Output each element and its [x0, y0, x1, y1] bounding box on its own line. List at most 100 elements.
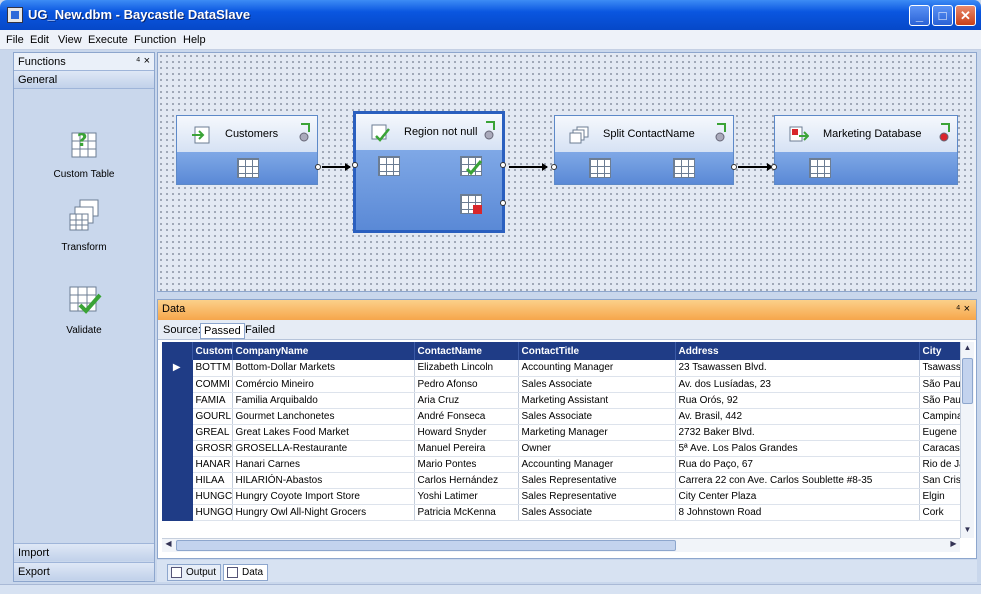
- table-row[interactable]: HILAA HILARIÓN-Abastos Carlos Hernández Sal…: [162, 472, 961, 489]
- input-table-icon[interactable]: [589, 158, 611, 178]
- menu-function[interactable]: Function: [134, 34, 176, 46]
- scroll-up-icon[interactable]: ▲: [962, 343, 973, 355]
- maximize-button[interactable]: □: [932, 5, 953, 26]
- row-header[interactable]: [162, 440, 193, 457]
- table-cell[interactable]: Accounting Manager: [518, 456, 676, 473]
- table-cell[interactable]: Marketing Assistant: [518, 392, 676, 409]
- table-cell[interactable]: Hungry Coyote Import Store: [232, 488, 415, 505]
- table-row[interactable]: ▶ BOTTM Bottom-Dollar Markets Elizabeth Lin…: [162, 360, 961, 377]
- vertical-scrollbar[interactable]: ▲ ▼: [960, 342, 974, 538]
- table-row[interactable]: GROSR GROSELLA-Restaurante Manuel Pereira O…: [162, 440, 961, 457]
- table-cell[interactable]: GROSELLA-Restaurante: [232, 440, 415, 457]
- row-header[interactable]: [162, 488, 193, 505]
- table-cell[interactable]: Carlos Hernández: [414, 472, 519, 489]
- pin-close-icon[interactable]: ⁴ ×: [136, 55, 150, 67]
- table-cell[interactable]: 23 Tsawassen Blvd.: [675, 360, 920, 377]
- table-cell[interactable]: Gourmet Lanchonetes: [232, 408, 415, 425]
- table-cell[interactable]: Accounting Manager: [518, 360, 676, 377]
- node-marketing-database[interactable]: Marketing Database: [771, 115, 958, 185]
- table-row[interactable]: COMMI Comércio Mineiro Pedro Afonso Sales A…: [162, 376, 961, 393]
- passed-table-icon[interactable]: [460, 156, 483, 176]
- tool-transform[interactable]: Transform: [14, 198, 154, 253]
- import-group-header[interactable]: Import: [14, 543, 154, 561]
- table-cell[interactable]: Av. dos Lusíadas, 23: [675, 376, 920, 393]
- scroll-thumb[interactable]: [176, 540, 676, 551]
- table-cell[interactable]: HUNGC: [192, 488, 233, 505]
- table-cell[interactable]: Tsawass: [919, 360, 961, 377]
- pin-close-icon[interactable]: ⁴ ×: [956, 303, 970, 315]
- table-cell[interactable]: HANAR: [192, 456, 233, 473]
- scroll-left-icon[interactable]: ◀: [163, 539, 174, 551]
- general-group-header[interactable]: General: [14, 71, 154, 89]
- table-cell[interactable]: Rua Orós, 92: [675, 392, 920, 409]
- row-header[interactable]: [162, 424, 193, 441]
- table-cell[interactable]: Av. Brasil, 442: [675, 408, 920, 425]
- table-cell[interactable]: FAMIA: [192, 392, 233, 409]
- row-header[interactable]: [162, 408, 193, 425]
- table-cell[interactable]: Howard Snyder: [414, 424, 519, 441]
- table-cell[interactable]: Sales Associate: [518, 408, 676, 425]
- table-cell[interactable]: Sales Representative: [518, 472, 676, 489]
- table-cell[interactable]: Eugene: [919, 424, 961, 441]
- table-row[interactable]: GOURL Gourmet Lanchonetes André Fonseca Sal…: [162, 408, 961, 425]
- table-cell[interactable]: San Crist: [919, 472, 961, 489]
- table-cell[interactable]: Yoshi Latimer: [414, 488, 519, 505]
- table-cell[interactable]: GROSR: [192, 440, 233, 457]
- menu-help[interactable]: Help: [183, 34, 206, 46]
- table-cell[interactable]: HUNGO: [192, 504, 233, 521]
- workflow-canvas[interactable]: Customers Region not null Split ContactN…: [157, 52, 977, 292]
- column-header[interactable]: Address: [675, 342, 920, 360]
- table-cell[interactable]: Rio de Ja: [919, 456, 961, 473]
- output-table-icon[interactable]: [237, 158, 259, 178]
- output-table-icon[interactable]: [673, 158, 695, 178]
- table-cell[interactable]: 8 Johnstown Road: [675, 504, 920, 521]
- data-grid[interactable]: Custom CompanyName ContactName ContactTi…: [162, 342, 961, 521]
- table-cell[interactable]: HILAA: [192, 472, 233, 489]
- table-cell[interactable]: Hungry Owl All-Night Grocers: [232, 504, 415, 521]
- tab-failed[interactable]: Failed: [242, 323, 278, 337]
- menu-view[interactable]: View: [58, 34, 82, 46]
- scroll-right-icon[interactable]: ▶: [948, 539, 959, 551]
- row-header[interactable]: [162, 456, 193, 473]
- output-port[interactable]: [315, 164, 321, 170]
- table-cell[interactable]: BOTTM: [192, 360, 233, 377]
- table-cell[interactable]: Carrera 22 con Ave. Carlos Soublette #8-…: [675, 472, 920, 489]
- table-cell[interactable]: Familia Arquibaldo: [232, 392, 415, 409]
- menu-file[interactable]: File: [6, 34, 24, 46]
- table-cell[interactable]: Aria Cruz: [414, 392, 519, 409]
- node-customers[interactable]: Customers: [176, 115, 321, 185]
- table-cell[interactable]: Pedro Afonso: [414, 376, 519, 393]
- row-header[interactable]: [162, 392, 193, 409]
- column-header[interactable]: CompanyName: [232, 342, 415, 360]
- close-button[interactable]: ✕: [955, 5, 976, 26]
- table-cell[interactable]: Sales Associate: [518, 504, 676, 521]
- table-cell[interactable]: Bottom-Dollar Markets: [232, 360, 415, 377]
- failed-table-icon[interactable]: [460, 194, 482, 214]
- table-cell[interactable]: Elgin: [919, 488, 961, 505]
- export-group-header[interactable]: Export: [14, 562, 154, 580]
- table-cell[interactable]: Elizabeth Lincoln: [414, 360, 519, 377]
- table-row[interactable]: HANAR Hanari Carnes Mario Pontes Accounting…: [162, 456, 961, 473]
- tool-custom-table[interactable]: ? Custom Table: [14, 125, 154, 180]
- table-cell[interactable]: GREAL: [192, 424, 233, 441]
- column-header[interactable]: Custom: [192, 342, 233, 360]
- row-header[interactable]: [162, 504, 193, 521]
- input-table-icon[interactable]: [378, 156, 400, 176]
- table-row[interactable]: HUNGC Hungry Coyote Import Store Yoshi Lat…: [162, 488, 961, 505]
- input-port[interactable]: [551, 164, 557, 170]
- node-split-contactname[interactable]: Split ContactName: [551, 115, 737, 185]
- app-icon[interactable]: [7, 7, 23, 23]
- table-row[interactable]: HUNGO Hungry Owl All-Night Grocers Patrici…: [162, 504, 961, 521]
- input-port[interactable]: [771, 164, 777, 170]
- node-region-not-null[interactable]: Region not null: [352, 111, 506, 233]
- input-table-icon[interactable]: [809, 158, 831, 178]
- table-cell[interactable]: Marketing Manager: [518, 424, 676, 441]
- row-header[interactable]: [162, 472, 193, 489]
- menu-edit[interactable]: Edit: [30, 34, 49, 46]
- table-cell[interactable]: Campinas: [919, 408, 961, 425]
- table-row[interactable]: GREAL Great Lakes Food Market Howard Snyde…: [162, 424, 961, 441]
- table-cell[interactable]: Comércio Mineiro: [232, 376, 415, 393]
- row-header[interactable]: [162, 376, 193, 393]
- table-cell[interactable]: HILARIÓN-Abastos: [232, 472, 415, 489]
- minimize-button[interactable]: _: [909, 5, 930, 26]
